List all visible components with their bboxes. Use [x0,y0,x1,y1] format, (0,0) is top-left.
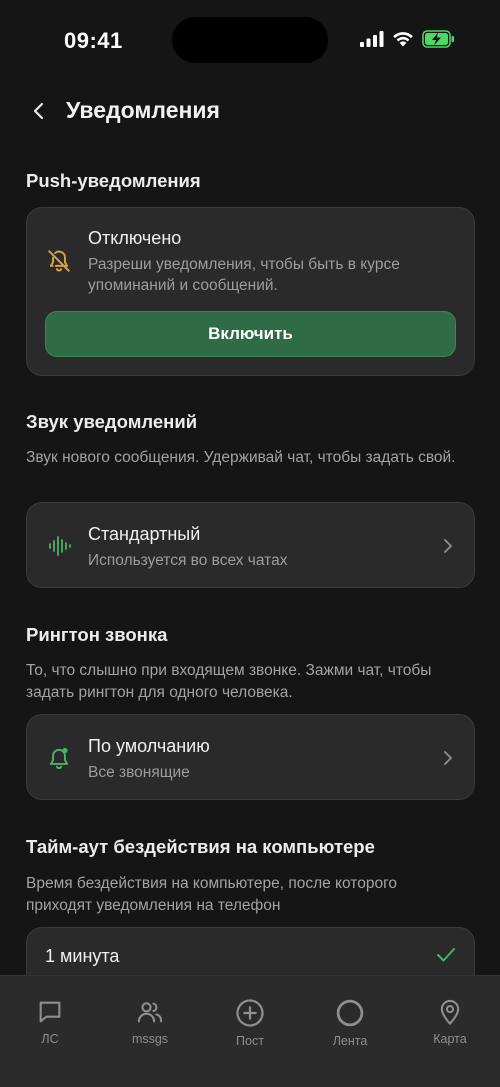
sound-section-title: Звук уведомлений [26,411,198,432]
sound-title: Стандартный [88,524,201,544]
push-status-title: Отключено [88,228,182,248]
enable-notifications-button[interactable]: Включить [45,311,456,357]
nav-item-dm[interactable]: ЛС [10,998,90,1046]
cellular-signal-icon [360,31,384,47]
push-section-title: Push-уведомления [26,170,201,191]
sound-section-description: Звук нового сообщения. Удерживай чат, чт… [26,449,456,466]
circle-icon [336,999,364,1027]
nav-item-map[interactable]: Карта [410,998,490,1046]
people-icon [137,1002,163,1023]
battery-charging-icon [422,30,454,48]
wifi-icon [393,32,413,47]
bottom-navigation: ЛС mssgs Пост Лента Карта [0,975,500,1087]
sound-subtitle: Используется во всех чатах [88,552,288,569]
ringtone-section-description: То, что слышно при входящем звонке. Зажм… [26,662,432,701]
nav-label: Лента [332,1034,368,1048]
timeout-section-description: Время бездействия на компьютере, после к… [26,875,398,914]
status-time: 09:41 [64,28,123,53]
checkmark-icon [436,946,456,969]
header: Уведомления [0,88,500,134]
ringtone-section-title: Рингтон звонка [26,624,168,645]
push-status-description: Разреши уведомления, чтобы быть в курсе … [88,256,400,294]
timeout-section-title: Тайм-аут бездействия на компьютере [26,836,375,857]
chevron-right-icon [440,538,456,554]
map-pin-icon [440,999,460,1025]
page-title: Уведомления [66,97,220,123]
status-bar: 09:41 [0,0,500,80]
plus-circle-icon [236,999,264,1027]
nav-item-feed[interactable]: Лента [310,998,390,1048]
status-icons [360,30,456,48]
ringtone-title: По умолчанию [88,736,210,756]
bell-off-icon [45,247,73,275]
chat-bubble-icon [39,1001,61,1023]
chevron-left-icon [33,102,44,120]
nav-label: mssgs [131,1032,169,1046]
dynamic-island [172,17,328,63]
nav-label: Карта [433,1032,467,1046]
chevron-right-icon [440,750,456,766]
nav-label: ЛС [41,1032,59,1046]
nav-item-post[interactable]: Пост [210,998,290,1048]
ringtone-subtitle: Все звонящие [88,764,190,781]
bell-icon [45,744,73,772]
timeout-option-label: 1 минута [45,946,120,966]
push-card: Отключено Разреши уведомления, чтобы быт… [26,207,475,376]
back-button[interactable] [26,98,52,124]
nav-item-mssgs[interactable]: mssgs [110,998,190,1046]
waveform-icon [45,532,73,560]
sound-card[interactable]: Стандартный Используется во всех чатах [26,502,475,588]
nav-label: Пост [236,1034,264,1048]
ringtone-card[interactable]: По умолчанию Все звонящие [26,714,475,800]
